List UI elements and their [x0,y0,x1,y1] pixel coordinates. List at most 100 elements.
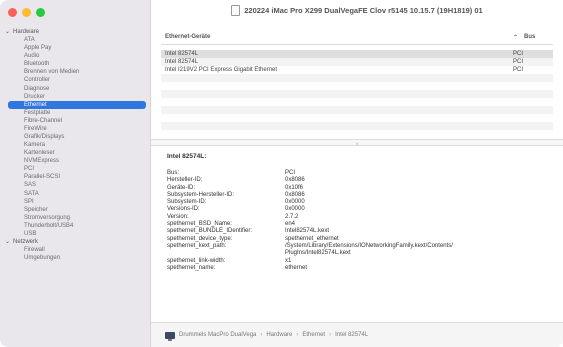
close-button[interactable] [8,8,17,17]
device-bus: PCI [513,51,524,57]
sidebar-item[interactable]: Thunderbolt/USB4 [0,222,150,230]
property-key: spethernet_kext_path: [167,242,227,249]
empty-row [161,106,553,114]
sidebar-item[interactable]: Kartenleser [0,149,150,157]
window-controls [8,8,45,17]
table-header: Ethernet-Geräte ⌃ Bus [161,30,553,45]
property-value: 0x8086 [285,177,305,184]
property-value: PCI [285,170,296,176]
device-name: Intel 82574L [165,59,199,65]
property-value: PlugIns/Intel82574L.kext [285,250,351,257]
sidebar-item[interactable]: Firewall [0,246,150,254]
sidebar-item[interactable]: Speicher [0,206,150,214]
table-row[interactable]: Intel 82574L PCI [161,58,553,66]
sidebar-item[interactable]: PCI [0,165,150,173]
chevron-down-icon[interactable]: ⌄ [5,238,13,246]
sidebar-item[interactable]: Diagnose [0,85,150,93]
sidebar-item[interactable]: ATA [0,36,150,44]
sidebar-item[interactable]: SATA [0,190,150,198]
property-row: Subsystem-Hersteller-ID: 0x8086 [167,192,553,199]
sidebar-group-label: Netzwerk [13,239,39,246]
property-key [167,250,285,257]
empty-row [161,98,553,106]
minimize-button[interactable] [22,8,31,17]
table-row[interactable]: Intel 82574L PCI [161,50,553,58]
document-icon [231,4,241,16]
sidebar-item[interactable]: USB [0,230,150,238]
sidebar-item[interactable]: Stromversorgung [0,214,150,222]
chevron-right-icon: › [296,332,299,338]
sidebar-item[interactable]: Grafik/Displays [0,133,150,141]
property-value: 0x0000 [285,206,305,213]
property-row: spethernet_BSD_Name: en4 [167,221,553,228]
property-row: spethernet_BUNDLE_IDentifier: Intel82574L… [167,228,553,235]
path-crumb[interactable]: Hardware [266,332,292,338]
sidebar-item[interactable]: Festplatte [0,109,150,117]
property-value: ethernet [285,264,308,271]
chevron-down-icon[interactable]: ⌄ [5,28,13,36]
property-row: Versions-ID: 0x0000 [167,206,553,213]
sidebar-item[interactable]: SPI [0,198,150,206]
grip-icon: ● [356,141,359,146]
sidebar-item[interactable]: SAS [0,181,150,189]
computer-icon [165,331,175,341]
sidebar-group[interactable]: ⌄ Hardware [0,28,150,36]
property-key: Hersteller-ID: [167,177,203,184]
property-value: Intel82574L.kext [285,228,330,235]
chevron-right-icon: › [329,332,332,338]
sidebar-item[interactable]: FireWire [0,125,150,133]
sidebar-item[interactable]: Umgebungen [0,254,150,262]
sidebar-item[interactable]: Controller [0,76,150,84]
sidebar-item[interactable]: Parallel-SCSI [0,173,150,181]
sidebar-item[interactable]: NVMExpress [0,157,150,165]
sidebar-item[interactable]: Ethernet [8,100,146,109]
column-header-devices[interactable]: Ethernet-Geräte [161,34,513,40]
sidebar-item[interactable]: Kamera [0,141,150,149]
sidebar-item[interactable]: Brennen von Medien [0,68,150,76]
property-row: Version: 2.7.2 [167,214,553,221]
property-row: Hersteller-ID: 0x8086 [167,177,553,184]
property-key: spethernet_name: [167,264,216,271]
path-crumb[interactable]: Drummels MacPro DualVega [179,332,256,338]
property-row: Geräte-ID: 0x10f6 [167,185,553,192]
column-header-bus[interactable]: ⌃ Bus [513,34,553,41]
empty-row [161,82,553,90]
property-key: spethernet_BUNDLE_IDentifier: [167,228,253,235]
chevron-right-icon: › [260,332,263,338]
device-bus: PCI [513,67,524,73]
property-row: PlugIns/Intel82574L.kext [167,250,553,257]
sidebar-item[interactable]: Fibre-Channel [0,117,150,125]
property-value: /System/Library/Extensions/IONetworkingF… [285,242,453,249]
device-name: Intel 82574L [165,51,199,57]
property-value: en4 [285,221,296,228]
property-key: spethernet_BSD_Name: [167,221,233,228]
table-row[interactable]: Intel I219V2 PCI Express Gigabit Etherne… [161,66,553,74]
sidebar-item[interactable]: Apple Pay [0,44,150,52]
window-title: 220224 iMac Pro X299 DualVegaFE Clov r51… [244,5,483,15]
sidebar-item[interactable]: Drucker [0,93,150,101]
path-crumb[interactable]: Intel 82574L [335,332,368,338]
property-key: Geräte-ID: [167,184,196,191]
property-value: 0x0000 [285,199,305,206]
path-crumb[interactable]: Ethernet [302,332,325,338]
main-panel: 220224 iMac Pro X299 DualVegaFE Clov r51… [151,0,563,347]
property-value: 0x8086 [285,191,305,198]
property-row: Bus: PCI [167,170,553,177]
property-key: Bus: [167,170,180,176]
system-information-window: ⌄ Hardware ATA Apple Pay Audio Bluetooth Brenn… [0,0,563,347]
split-divider[interactable]: ● [151,139,563,146]
empty-row [161,122,553,130]
zoom-button[interactable] [36,8,45,17]
property-key: Subsystem-Hersteller-ID: [167,191,235,198]
column-header-bus-label: Bus [524,34,536,40]
empty-row [161,114,553,122]
title-bar: 220224 iMac Pro X299 DualVegaFE Clov r51… [151,0,563,20]
empty-row [161,74,553,82]
category-tree: ⌄ Hardware ATA Apple Pay Audio Bluetooth Brenn… [0,28,150,262]
sidebar-group[interactable]: ⌄ Netzwerk [0,238,150,246]
detail-pane: Intel 82574L: Bus: PCI Hersteller-ID: 0x808… [167,150,553,272]
property-key: spethernet_link-width: [167,257,226,264]
property-value: 2.7.2 [285,213,299,220]
sidebar-item[interactable]: Audio [0,52,150,60]
sidebar-item[interactable]: Bluetooth [0,60,150,68]
